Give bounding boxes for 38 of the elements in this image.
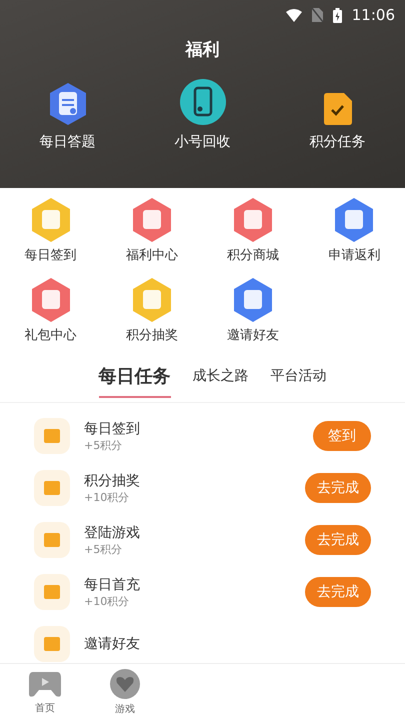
feature-label[interactable]: 礼包中心 [24, 326, 77, 344]
task-title: 积分抽奖 [84, 472, 141, 490]
task-icon [34, 470, 70, 506]
page-title: 福利 [184, 39, 220, 61]
feature-label[interactable]: 申请返利 [328, 246, 380, 264]
task-icon [34, 626, 70, 662]
task-title: 登陆游戏 [84, 524, 141, 542]
gamepad-icon [29, 670, 61, 698]
feature-label[interactable]: 积分抽奖 [126, 326, 178, 344]
status-time: 11:06 [352, 6, 395, 24]
feature-label[interactable]: 福利中心 [126, 246, 178, 264]
wifi-icon [286, 8, 302, 22]
task-title: 每日首充 [84, 576, 141, 594]
task-icon [34, 574, 70, 610]
task-icon [34, 522, 70, 558]
tab[interactable]: 平台活动 [270, 360, 326, 398]
task-title: 邀请好友 [84, 635, 141, 653]
nav-label[interactable]: 游戏 [115, 702, 135, 716]
nav-label[interactable]: 首页 [35, 700, 55, 714]
shortcut-label[interactable]: 小号回收 [174, 133, 230, 151]
task-reward: +5积分 [84, 438, 124, 452]
task-title: 每日签到 [84, 420, 141, 438]
battery-icon [332, 8, 342, 22]
clipboard-icon [48, 83, 88, 125]
tab[interactable]: 成长之路 [192, 360, 248, 398]
shortcut-label[interactable]: 每日答题 [40, 133, 96, 151]
feature-label[interactable]: 每日签到 [24, 246, 77, 264]
feature-label[interactable]: 积分商城 [227, 246, 280, 264]
document-check-icon [324, 93, 352, 125]
task-reward: +5积分 [84, 542, 124, 556]
shortcut-label[interactable]: 积分任务 [310, 133, 366, 151]
feature-label[interactable]: 邀请好友 [227, 326, 280, 344]
task-icon [34, 418, 70, 454]
phone-icon [180, 79, 226, 125]
task-reward: +10积分 [84, 594, 130, 608]
no-sim-icon [312, 8, 323, 22]
tab[interactable]: 每日任务 [98, 360, 170, 398]
task-reward: +10积分 [84, 490, 130, 504]
